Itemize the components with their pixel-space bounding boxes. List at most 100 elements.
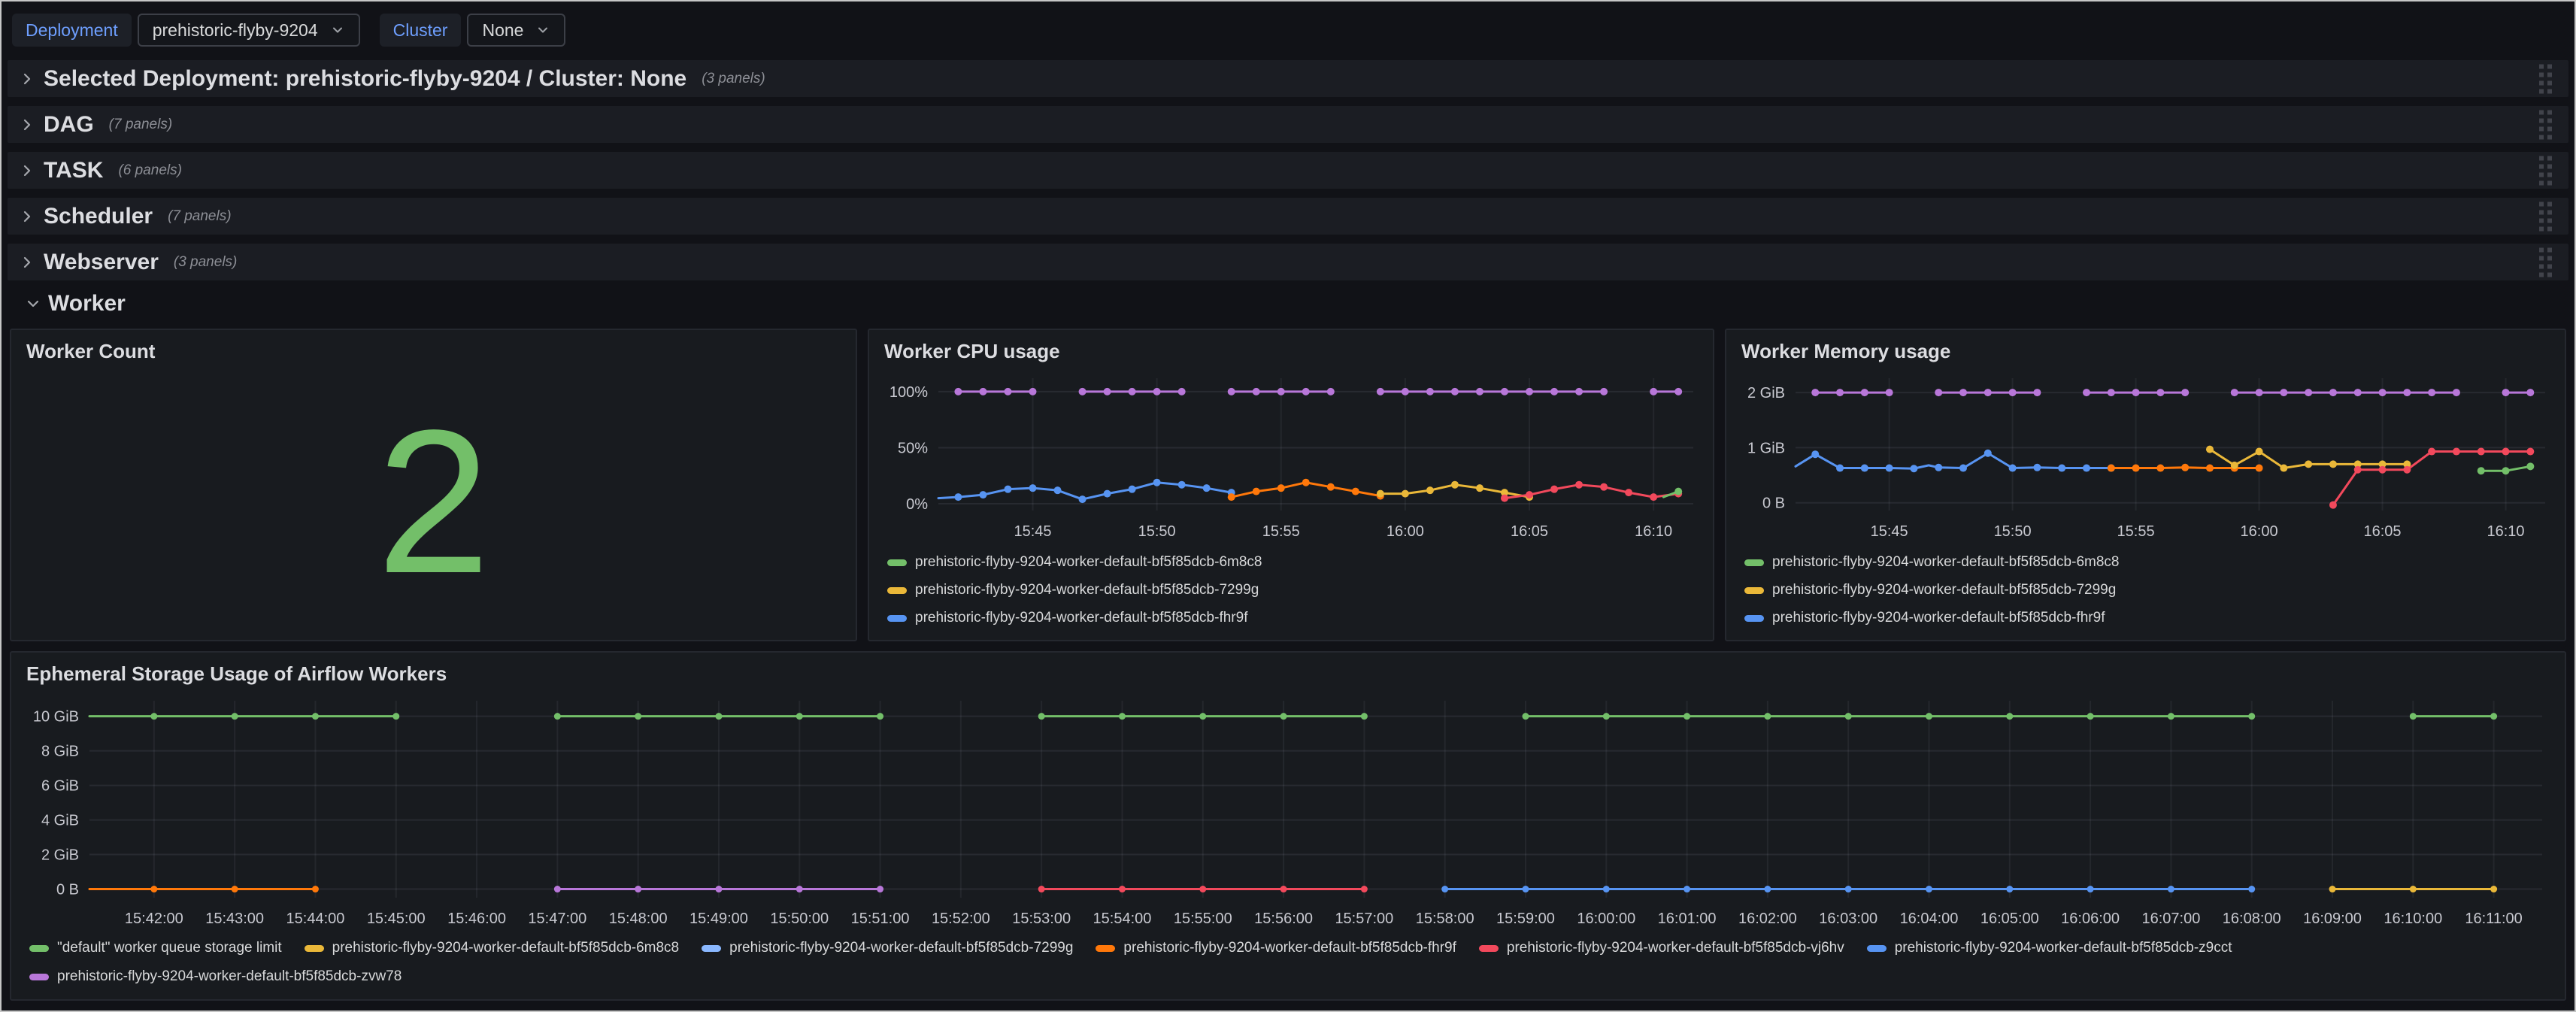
legend-item[interactable]: prehistoric-flyby-9204-worker-default-bf… [305,940,679,956]
panel-title: Worker CPU usage [884,340,1713,363]
svg-text:15:42:00: 15:42:00 [125,910,183,927]
svg-text:15:50:00: 15:50:00 [770,910,829,927]
worker-memory-usage-chart[interactable]: 0 B1 GiB2 GiB15:4515:5015:5516:0016:0516… [1726,366,2565,547]
row-title: TASK [44,158,103,183]
svg-text:100%: 100% [889,384,928,401]
svg-text:16:07:00: 16:07:00 [2141,910,2200,927]
legend-item[interactable]: prehistoric-flyby-9204-worker-default-bf… [1096,940,1456,956]
legend-color-swatch [1096,945,1115,952]
panel-title: Worker Count [26,340,856,363]
svg-text:15:45:00: 15:45:00 [367,910,426,927]
svg-text:15:55: 15:55 [2117,523,2155,540]
legend-item[interactable]: prehistoric-flyby-9204-worker-default-bf… [1744,554,2565,571]
legend-color-swatch [887,559,907,566]
legend-color-swatch [887,615,907,622]
row-drag-handle[interactable] [2539,156,2552,185]
svg-text:15:45: 15:45 [1014,523,1051,540]
legend-item[interactable]: "default" worker queue storage limit [29,940,282,956]
svg-text:15:47:00: 15:47:00 [528,910,586,927]
row-title: Scheduler [44,204,153,229]
svg-text:15:58:00: 15:58:00 [1416,910,1474,927]
row-panel-count: (3 panels) [702,71,765,87]
legend-item[interactable]: prehistoric-flyby-9204-worker-default-bf… [702,940,1073,956]
legend-label: prehistoric-flyby-9204-worker-default-bf… [1123,940,1456,956]
legend-label: prehistoric-flyby-9204-worker-default-bf… [729,940,1073,956]
dashboard-row[interactable]: Selected Deployment: prehistoric-flyby-9… [8,60,2568,97]
svg-text:16:10: 16:10 [2487,523,2524,540]
ephemeral-storage-chart[interactable]: 0 B2 GiB4 GiB6 GiB8 GiB10 GiB15:42:0015:… [11,687,2565,935]
legend-item[interactable]: prehistoric-flyby-9204-worker-default-bf… [887,610,1713,626]
row-drag-handle[interactable] [2539,201,2552,231]
dashboard-row[interactable]: DAG(7 panels) [8,106,2568,143]
row-worker-expanded[interactable]: Worker [8,286,2568,321]
svg-text:15:53:00: 15:53:00 [1012,910,1071,927]
chevron-down-icon [24,295,42,313]
legend-color-swatch [29,945,49,952]
legend-color-swatch [702,945,721,952]
legend-label: "default" worker queue storage limit [57,940,282,956]
legend-item[interactable]: prehistoric-flyby-9204-worker-default-bf… [1479,940,1844,956]
svg-text:16:09:00: 16:09:00 [2303,910,2362,927]
legend-color-swatch [1744,559,1764,566]
legend-label: prehistoric-flyby-9204-worker-default-bf… [915,582,1259,598]
panel-title: Ephemeral Storage Usage of Airflow Worke… [26,662,2565,686]
legend-label: prehistoric-flyby-9204-worker-default-bf… [1772,554,2119,571]
svg-text:0 B: 0 B [1762,495,1785,512]
svg-text:16:05: 16:05 [1511,523,1548,540]
worker-memory-usage-legend: prehistoric-flyby-9204-worker-default-bf… [1744,554,2565,626]
svg-text:16:01:00: 16:01:00 [1658,910,1717,927]
legend-item[interactable]: prehistoric-flyby-9204-worker-default-bf… [887,554,1713,571]
row-panel-count: (3 panels) [174,254,238,271]
svg-text:16:00:00: 16:00:00 [1577,910,1635,927]
svg-text:15:57:00: 15:57:00 [1335,910,1393,927]
deployment-variable: Deployment prehistoric-flyby-9204 [12,14,360,47]
panel-title: Worker Memory usage [1741,340,2565,363]
legend-label: prehistoric-flyby-9204-worker-default-bf… [915,610,1247,626]
dashboard-toolbar: Deployment prehistoric-flyby-9204 Cluste… [2,2,2574,51]
row-title: Webserver [44,250,159,275]
svg-text:15:45: 15:45 [1871,523,1908,540]
row-drag-handle[interactable] [2539,247,2552,277]
svg-text:16:05:00: 16:05:00 [1980,910,2039,927]
row-drag-handle[interactable] [2539,64,2552,93]
svg-text:15:46:00: 15:46:00 [447,910,506,927]
svg-text:16:10:00: 16:10:00 [2384,910,2442,927]
worker-cpu-usage-legend: prehistoric-flyby-9204-worker-default-bf… [887,554,1713,626]
legend-color-swatch [1744,615,1764,622]
svg-text:16:05: 16:05 [2364,523,2402,540]
legend-item[interactable]: prehistoric-flyby-9204-worker-default-bf… [29,968,402,985]
legend-label: prehistoric-flyby-9204-worker-default-bf… [57,968,402,985]
deployment-variable-value: prehistoric-flyby-9204 [153,20,318,41]
svg-text:15:56:00: 15:56:00 [1254,910,1313,927]
deployment-variable-label: Deployment [12,14,132,47]
svg-text:4 GiB: 4 GiB [41,813,79,829]
legend-item[interactable]: prehistoric-flyby-9204-worker-default-bf… [887,582,1713,598]
dashboard-row[interactable]: TASK(6 panels) [8,152,2568,189]
svg-text:16:10: 16:10 [1635,523,1672,540]
row-drag-handle[interactable] [2539,110,2552,139]
svg-text:15:54:00: 15:54:00 [1093,910,1152,927]
legend-item[interactable]: prehistoric-flyby-9204-worker-default-bf… [1867,940,2232,956]
legend-label: prehistoric-flyby-9204-worker-default-bf… [1895,940,2232,956]
dashboard-rows: Selected Deployment: prehistoric-flyby-9… [2,60,2574,280]
chevron-right-icon [18,162,36,180]
svg-text:15:43:00: 15:43:00 [205,910,264,927]
worker-cpu-usage-chart[interactable]: 0%50%100%15:4515:5015:5516:0016:0516:10 [869,366,1713,547]
svg-text:16:00: 16:00 [2241,523,2278,540]
svg-text:2 GiB: 2 GiB [41,847,79,864]
svg-text:15:55:00: 15:55:00 [1174,910,1232,927]
dashboard-row[interactable]: Webserver (3 panels) [8,244,2568,280]
cluster-variable-select[interactable]: None [467,14,565,47]
svg-text:15:48:00: 15:48:00 [609,910,668,927]
svg-text:2 GiB: 2 GiB [1747,385,1785,401]
legend-color-swatch [1479,945,1499,952]
svg-text:0%: 0% [906,496,928,513]
dashboard-row[interactable]: Scheduler(7 panels) [8,198,2568,235]
legend-item[interactable]: prehistoric-flyby-9204-worker-default-bf… [1744,582,2565,598]
svg-text:15:51:00: 15:51:00 [851,910,910,927]
deployment-variable-select[interactable]: prehistoric-flyby-9204 [138,14,360,47]
legend-color-swatch [887,587,907,594]
legend-item[interactable]: prehistoric-flyby-9204-worker-default-bf… [1744,610,2565,626]
svg-text:10 GiB: 10 GiB [33,709,79,726]
legend-label: prehistoric-flyby-9204-worker-default-bf… [332,940,679,956]
